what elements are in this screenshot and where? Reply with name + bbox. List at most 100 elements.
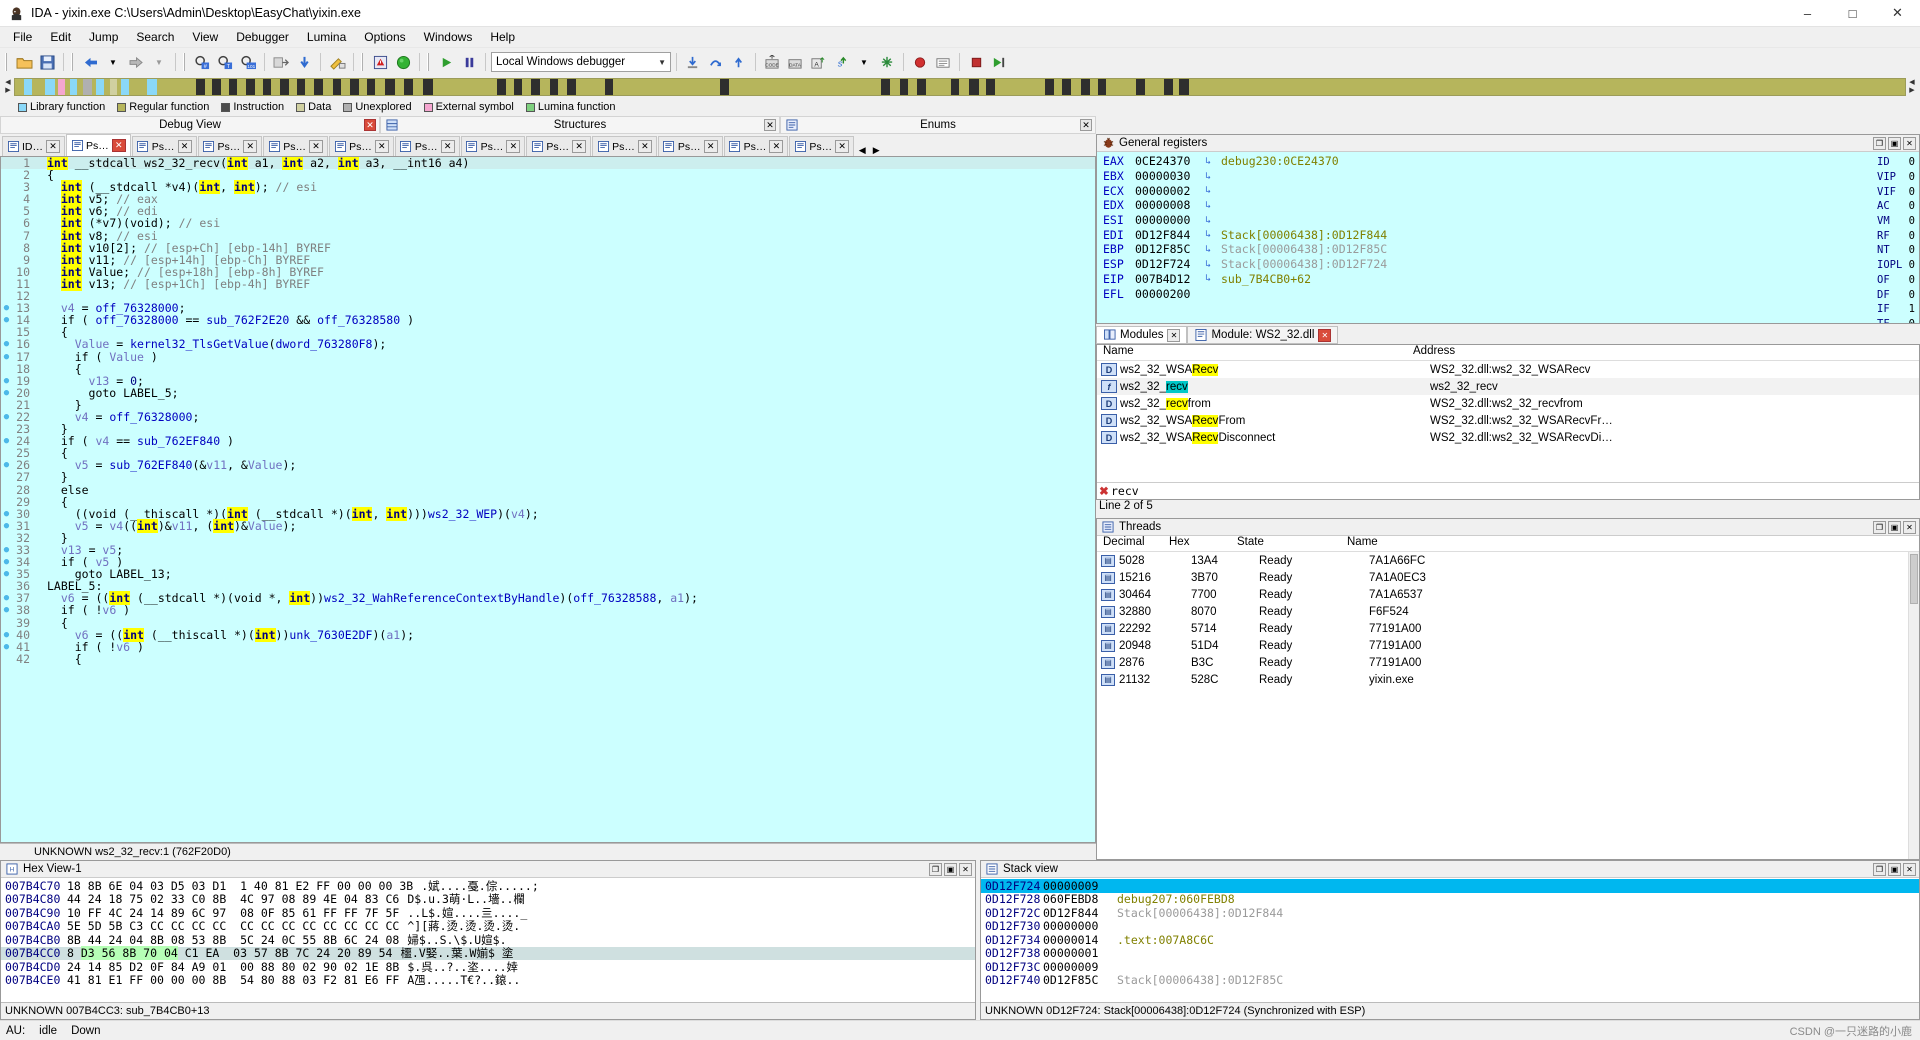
register-row[interactable]: EDI 0D12F844 ↳ Stack[00006438]:0D12F844 (1103, 227, 1919, 242)
undefine-icon[interactable] (876, 51, 898, 73)
breakpoint-marker-icon[interactable]: ● (1, 629, 12, 641)
pseudocode-tab-1[interactable]: Ps… ✕ (66, 134, 131, 156)
breakpoint-marker-icon[interactable]: ● (1, 351, 12, 363)
navigation-band[interactable]: ◀ ▶ ◀ ▶ (0, 76, 1920, 98)
code-line[interactable]: ● 40 v6 = ((int (__thiscall *)(int))unk_7… (1, 627, 1095, 642)
stack-row[interactable]: 0D12F724 00000009 (981, 879, 1919, 893)
flag-value[interactable]: 0 (1907, 200, 1915, 212)
code-line[interactable]: ● 41 if ( !v6 ) (1, 641, 1095, 653)
table-row[interactable]: Dws2_32_WSARecv WS2_32.dll:ws2_32_WSARecv (1097, 361, 1919, 378)
register-value[interactable]: 00000030 (1135, 169, 1205, 183)
breakpoint-marker-icon[interactable]: ● (1, 592, 12, 604)
breakpoint-marker-icon[interactable]: ● (1, 387, 12, 399)
register-value[interactable]: 0D12F85C (1135, 242, 1205, 256)
problems-icon[interactable] (369, 51, 391, 73)
close-icon[interactable]: ✕ (835, 140, 850, 153)
pseudocode-tab-5[interactable]: Ps… ✕ (329, 136, 394, 156)
maximize-icon[interactable]: ▣ (1888, 520, 1901, 534)
close-search-icon[interactable]: ✖ (1097, 484, 1111, 498)
threads-column-hex[interactable]: Hex (1169, 536, 1237, 551)
restore-icon[interactable]: ❐ (1873, 136, 1886, 150)
flag-value[interactable]: 0 (1907, 156, 1915, 168)
flag-value[interactable]: 0 (1907, 230, 1915, 242)
string-dropdown-icon[interactable]: ▼ (853, 51, 875, 73)
tab-scroll-left-icon[interactable]: ◀ (855, 145, 869, 156)
flag-value[interactable]: 0 (1907, 274, 1915, 286)
register-row[interactable]: ESP 0D12F724 ↳ Stack[00006438]:0D12F724 (1103, 257, 1919, 272)
toolbar-grip-3[interactable] (183, 53, 188, 71)
register-value[interactable]: 0D12F724 (1135, 257, 1205, 271)
breakpoint-marker-icon[interactable]: ● (1, 302, 12, 314)
breakpoint-marker-icon[interactable]: ● (1, 568, 12, 580)
flag-row[interactable]: VM 0 (1877, 214, 1915, 229)
register-row[interactable]: EAX 0CE24370 ↳ debug230:0CE24370 (1103, 154, 1919, 169)
flag-value[interactable]: 0 (1907, 289, 1915, 301)
modules-column-name[interactable]: Name (1097, 345, 1407, 360)
flag-value[interactable]: 0 (1907, 171, 1915, 183)
register-row[interactable]: ESI 00000000 ↳ (1103, 213, 1919, 228)
cpu-flags[interactable]: ID 0 VIP 0 VIF 0 AC 0 VM 0 RF 0 NT 0 IOPL 0 OF 0 DF 0 IF 1 TF 0… (1877, 155, 1915, 323)
open-file-icon[interactable] (13, 51, 35, 73)
forward-dropdown-icon[interactable]: ▼ (148, 51, 170, 73)
close-icon[interactable]: ✕ (364, 119, 376, 131)
breakpoint-marker-icon[interactable]: ● (1, 508, 12, 520)
flag-row[interactable]: ID 0 (1877, 155, 1915, 170)
close-icon[interactable]: ✕ (1080, 119, 1092, 131)
menu-item-lumina[interactable]: Lumina (298, 28, 355, 46)
code-line[interactable]: 6 int (*v7)(void); // esi (1, 216, 1095, 231)
breakpoint-marker-icon[interactable]: ● (1, 338, 12, 350)
breakpoint-marker-icon[interactable]: ● (1, 435, 12, 447)
tab-modules[interactable]: Modules ✕ (1096, 326, 1188, 344)
breakpoint-marker-icon[interactable]: ● (1, 520, 12, 532)
register-value[interactable]: 00000000 (1135, 213, 1205, 227)
breakpoint-marker-icon[interactable]: ● (1, 314, 12, 326)
stack-row[interactable]: 0D12F72C 0D12F844 Stack[00006438]:0D12F844 (981, 906, 1919, 920)
pseudocode-tab-2[interactable]: Ps… ✕ (131, 136, 197, 156)
table-row[interactable]: ▤ 2876 B3C Ready 77191A00 (1097, 654, 1919, 671)
code-line[interactable]: ● 35 goto LABEL_13; (1, 568, 1095, 580)
register-value[interactable]: 0CE24370 (1135, 154, 1205, 168)
maximize-icon[interactable]: ▣ (1888, 136, 1901, 150)
menu-item-help[interactable]: Help (481, 28, 524, 46)
jump-xref-icon[interactable] (270, 51, 292, 73)
register-row[interactable]: EBP 0D12F85C ↳ Stack[00006438]:0D12F85C (1103, 242, 1919, 257)
navband-strip[interactable] (14, 78, 1906, 96)
breakpoint-marker-icon[interactable]: ● (1, 375, 12, 387)
code-line[interactable]: ● 37 v6 = ((int (__stdcall *)(void *, int… (1, 591, 1095, 606)
toolbar-grip-4[interactable] (361, 53, 366, 71)
flag-row[interactable]: RF 0 (1877, 228, 1915, 243)
tab-scroll-right-icon[interactable]: ▶ (869, 145, 883, 156)
table-row[interactable]: ▤ 5028 13A4 Ready 7A1A66FC (1097, 552, 1919, 569)
run-to-cursor-icon[interactable] (988, 51, 1010, 73)
hex-view-rows[interactable]: 007B4C70 18 8B 6E 04 03 D5 03 D1 1 40 81 … (1, 878, 975, 1002)
menu-item-view[interactable]: View (183, 28, 227, 46)
watch-icon[interactable] (932, 51, 954, 73)
table-row[interactable]: ▤ 30464 7700 Ready 7A1A6537 (1097, 586, 1919, 603)
threads-column-name[interactable]: Name (1347, 536, 1919, 551)
code-line[interactable]: 28 else (1, 483, 1095, 495)
flag-value[interactable]: 0 (1907, 259, 1915, 271)
code-line[interactable]: 11 int v13; // [esp+1Ch] [ebp-4h] BYREF (1, 276, 1095, 291)
stack-row[interactable]: 0D12F740 0D12F85C Stack[00006438]:0D12F85C (981, 973, 1919, 987)
step-over-icon[interactable] (705, 51, 727, 73)
close-icon[interactable]: ✕ (177, 140, 192, 153)
close-icon[interactable]: ✕ (46, 140, 60, 153)
register-value[interactable]: 00000002 (1135, 184, 1205, 198)
step-into-icon[interactable] (682, 51, 704, 73)
flag-row[interactable]: IF 1 (1877, 302, 1915, 317)
menu-item-search[interactable]: Search (127, 28, 183, 46)
toolbar-grip-2[interactable] (71, 53, 76, 71)
back-dropdown-icon[interactable]: ▼ (102, 51, 124, 73)
close-icon[interactable]: ✕ (1903, 862, 1916, 876)
make-string-icon[interactable]: s (830, 51, 852, 73)
breakpoint-marker-icon[interactable]: ● (1, 459, 12, 471)
stack-row[interactable]: 0D12F734 00000014 .text:007A8C6C (981, 933, 1919, 947)
close-icon[interactable]: ✕ (769, 140, 784, 153)
flag-row[interactable]: VIP 0 (1877, 170, 1915, 185)
code-line[interactable]: ● 38 if ( !v6 ) (1, 604, 1095, 616)
hex-row[interactable]: 007B4CE0 41 81 E1 FF 00 00 00 8B 54 80 88… (1, 973, 975, 987)
dock-tab-structures[interactable]: Structures ✕ (380, 116, 780, 134)
table-row[interactable]: ▤ 21132 528C Ready yixin.exe (1097, 671, 1919, 688)
code-line[interactable]: ● 24 if ( v4 == sub_762EF840 ) (1, 435, 1095, 447)
register-row[interactable]: EFL 00000200 (1103, 286, 1919, 301)
